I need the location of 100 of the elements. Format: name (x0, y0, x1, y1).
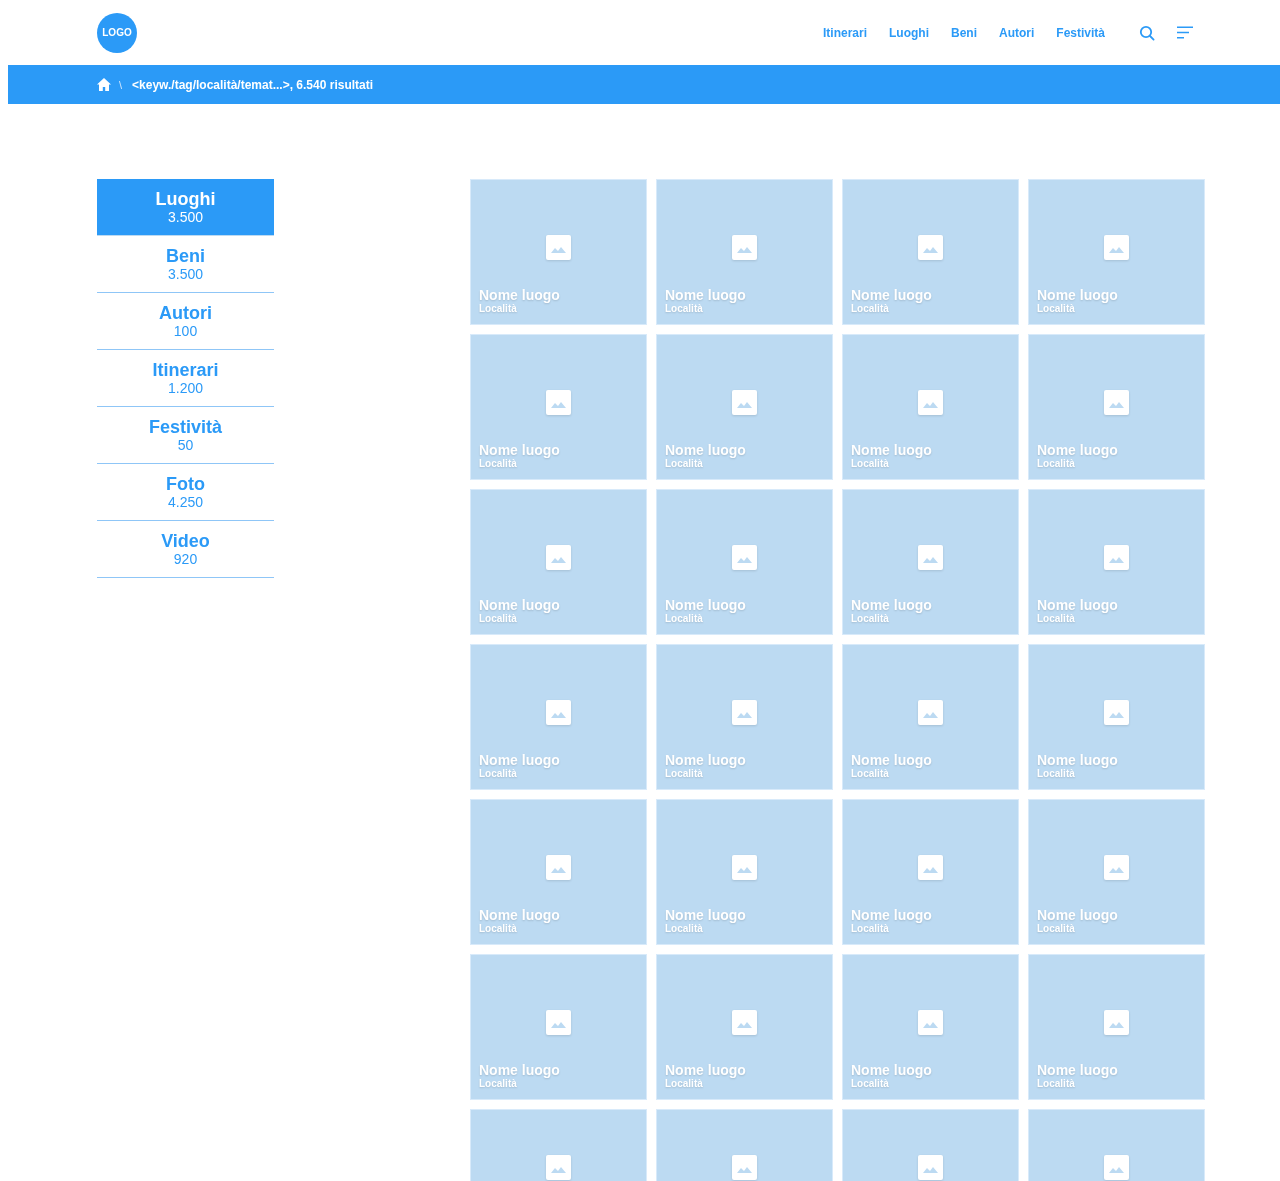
result-card[interactable]: Nome luogo Località (656, 954, 833, 1100)
card-title: Nome luogo (479, 287, 560, 303)
card-location: Località (665, 613, 703, 625)
card-title: Nome luogo (1037, 442, 1118, 458)
card-location: Località (665, 923, 703, 935)
card-location: Località (851, 303, 889, 315)
card-title: Nome luogo (665, 442, 746, 458)
home-icon[interactable] (97, 78, 111, 91)
image-icon (732, 1010, 757, 1035)
card-location: Località (479, 768, 517, 780)
category-tab[interactable]: Beni 3.500 (97, 236, 274, 293)
category-tab[interactable]: Luoghi 3.500 (97, 179, 274, 236)
image-icon (918, 1010, 943, 1035)
card-location: Località (851, 458, 889, 470)
image-icon (1104, 235, 1129, 260)
nav-link[interactable]: Itinerari (822, 25, 867, 40)
image-icon (732, 545, 757, 570)
menu-icon[interactable] (1177, 26, 1193, 39)
card-title: Nome luogo (479, 752, 560, 768)
result-card[interactable]: Nome luogo Località (1028, 644, 1205, 790)
result-card[interactable]: Nome luogo Località (470, 334, 647, 480)
nav-link[interactable]: Beni (950, 25, 977, 40)
card-location: Località (851, 1078, 889, 1090)
card-title: Nome luogo (1037, 752, 1118, 768)
result-card[interactable]: Nome luogo Località (1028, 334, 1205, 480)
image-icon (546, 700, 571, 725)
card-title: Nome luogo (851, 752, 932, 768)
image-icon (918, 545, 943, 570)
card-title: Nome luogo (851, 907, 932, 923)
result-card[interactable]: Nome luogo Località (842, 334, 1019, 480)
nav-link[interactable]: Luoghi (889, 25, 929, 40)
image-icon (546, 855, 571, 880)
result-card[interactable]: Nome luogo Località (470, 179, 647, 325)
category-tab[interactable]: Foto 4.250 (97, 464, 274, 521)
result-card[interactable]: Nome luogo Località (470, 954, 647, 1100)
result-card[interactable]: Nome luogo Località (842, 799, 1019, 945)
card-location: Località (1037, 768, 1075, 780)
card-title: Nome luogo (1037, 287, 1118, 303)
image-icon (918, 1154, 943, 1180)
result-card[interactable]: Nome luogo Località (842, 954, 1019, 1100)
result-card[interactable]: Nome luogo Località (656, 799, 833, 945)
image-icon (546, 235, 571, 260)
card-location: Località (1037, 923, 1075, 935)
image-icon (732, 390, 757, 415)
result-card[interactable]: Nome luogo Località (1028, 179, 1205, 325)
result-card[interactable]: Nome luogo Località (1028, 489, 1205, 635)
image-icon (732, 1154, 757, 1180)
card-title: Nome luogo (1037, 907, 1118, 923)
nav-link[interactable]: Festività (1056, 25, 1105, 40)
card-title: Nome luogo (851, 442, 932, 458)
result-card[interactable]: Nome luogo Località (842, 644, 1019, 790)
result-card[interactable]: Nome luogo Località (1028, 799, 1205, 945)
card-location: Località (665, 303, 703, 315)
card-title: Nome luogo (1037, 1062, 1118, 1078)
result-card[interactable]: Nome luogo Località (470, 799, 647, 945)
result-card[interactable]: Nome luogo Località (1028, 954, 1205, 1100)
result-card[interactable]: Nome luogo Località (656, 179, 833, 325)
card-title: Nome luogo (1037, 597, 1118, 613)
card-title: Nome luogo (479, 442, 560, 458)
result-card[interactable]: Nome luogo Località (656, 334, 833, 480)
card-location: Località (479, 303, 517, 315)
card-title: Nome luogo (665, 907, 746, 923)
result-card[interactable]: Nome luogo Località (842, 179, 1019, 325)
result-card[interactable]: Nome luogo Località (470, 644, 647, 790)
card-location: Località (479, 923, 517, 935)
card-location: Località (665, 458, 703, 470)
result-card[interactable]: Nome luogo Località (470, 489, 647, 635)
card-location: Località (479, 1078, 517, 1090)
image-icon (732, 700, 757, 725)
breadcrumb-separator: \ (119, 78, 123, 91)
result-card[interactable]: Nome luogo Località (842, 489, 1019, 635)
category-tab[interactable]: Autori 100 (97, 293, 274, 350)
image-icon (918, 390, 943, 415)
category-tab[interactable]: Itinerari 1.200 (97, 350, 274, 407)
search-icon[interactable] (1139, 24, 1155, 41)
card-location: Località (1037, 458, 1075, 470)
category-tab[interactable]: Festività 50 (97, 407, 274, 464)
card-location: Località (665, 1078, 703, 1090)
card-title: Nome luogo (851, 1062, 932, 1078)
result-card[interactable]: Nome luogo Località (656, 489, 833, 635)
nav-link[interactable]: Autori (999, 25, 1035, 40)
image-icon (1104, 545, 1129, 570)
logo[interactable]: LOGO (97, 12, 137, 53)
image-icon (1104, 855, 1129, 880)
result-card[interactable]: Nome luogo Località (656, 644, 833, 790)
card-location: Località (851, 923, 889, 935)
card-location: Località (851, 613, 889, 625)
card-title: Nome luogo (851, 597, 932, 613)
card-location: Località (851, 768, 889, 780)
card-title: Nome luogo (479, 1062, 560, 1078)
image-icon (1104, 390, 1129, 415)
image-icon (546, 390, 571, 415)
card-location: Località (665, 768, 703, 780)
image-icon (1104, 1010, 1129, 1035)
image-icon (732, 855, 757, 880)
image-icon (1104, 1154, 1129, 1180)
category-tab[interactable]: Video 920 (97, 521, 274, 578)
breadcrumb-text: <keyw./tag/località/temat...>, 6.540 risultati (132, 77, 374, 92)
card-title: Nome luogo (665, 752, 746, 768)
card-location: Località (1037, 1078, 1075, 1090)
